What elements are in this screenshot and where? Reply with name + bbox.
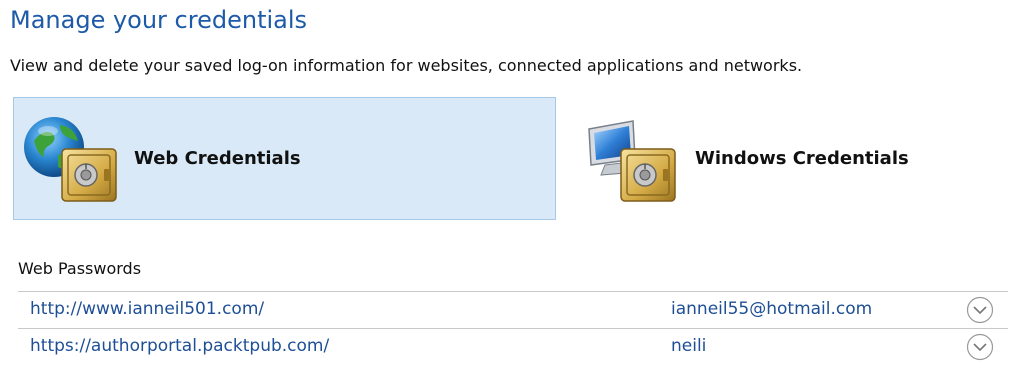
page-title: Manage your credentials xyxy=(10,6,308,34)
chevron-down-icon[interactable] xyxy=(966,296,994,324)
credential-row[interactable]: http://www.ianneil501.com/ ianneil55@hot… xyxy=(18,292,1008,328)
credential-manager-page: Manage your credentials View and delete … xyxy=(0,0,1011,385)
globe-vault-icon xyxy=(20,111,132,207)
credential-username: ianneil55@hotmail.com xyxy=(671,299,873,319)
windows-credentials-tile[interactable]: Windows Credentials xyxy=(580,97,1000,220)
windows-credentials-label: Windows Credentials xyxy=(695,148,909,169)
chevron-down-icon[interactable] xyxy=(966,333,994,361)
credential-url[interactable]: https://authorportal.packtpub.com/ xyxy=(30,336,329,356)
web-credentials-label: Web Credentials xyxy=(134,148,301,169)
credential-row[interactable]: https://authorportal.packtpub.com/ neili xyxy=(18,329,1008,365)
credential-url[interactable]: http://www.ianneil501.com/ xyxy=(30,299,264,319)
computer-vault-icon xyxy=(581,111,693,207)
page-description: View and delete your saved log-on inform… xyxy=(10,56,803,75)
web-passwords-heading: Web Passwords xyxy=(18,259,142,278)
web-credentials-tile[interactable]: Web Credentials xyxy=(13,97,556,220)
credential-username: neili xyxy=(671,336,707,356)
